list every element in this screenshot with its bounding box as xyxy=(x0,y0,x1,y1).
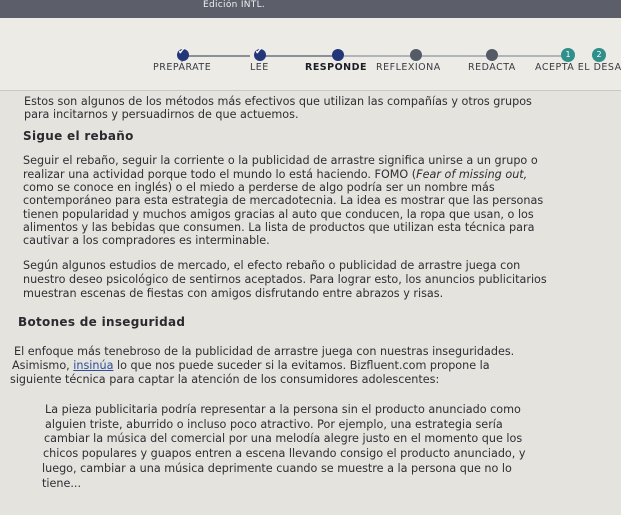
intro-line: Estos son algunos de los métodos más efe… xyxy=(24,95,532,108)
step-connector xyxy=(498,55,562,57)
step-dot-respond[interactable] xyxy=(332,49,344,61)
paragraph-line: siguiente técnica para captar la atenció… xyxy=(10,373,440,386)
paragraph-line: Seguir el rebaño, seguir la corriente o … xyxy=(23,154,538,167)
step-connector xyxy=(420,55,488,57)
quote-line: alguien triste, aburrido o incluso poco … xyxy=(45,418,503,431)
edition-title: Edición INTL. xyxy=(203,0,266,10)
glossary-link-insinua[interactable]: insinúa xyxy=(73,359,113,372)
section-title-herd: Sigue el rebaño xyxy=(23,129,134,143)
top-bar: Edición INTL. xyxy=(0,0,621,18)
article-body: Estos son algunos de los métodos más efe… xyxy=(0,91,621,515)
paragraph-line: muestran escenas de fiestas con amigos d… xyxy=(23,287,444,300)
quote-line: La pieza publicitaria podría representar… xyxy=(45,403,521,416)
paragraph-line: Asimismo, insinúa lo que nos puede suced… xyxy=(12,359,490,372)
progress-stepper: ✔ ✔ 1 2 PREPÁRATE LEE RESPONDE REFLEXION… xyxy=(0,18,621,91)
quote-line: tiene... xyxy=(42,477,82,490)
paragraph-line: nuestro deseo psicológico de sentirnos a… xyxy=(23,273,547,286)
step-dot-prepare[interactable]: ✔ xyxy=(177,47,189,61)
paragraph-line: Según algunos estudios de mercado, el ef… xyxy=(23,259,521,272)
paragraph-line: tienen popularidad y muchos amigos graci… xyxy=(23,208,534,221)
paragraph-line: como se conoce en inglés) o el miedo a p… xyxy=(23,181,495,194)
sub-step-2[interactable]: 2 xyxy=(592,48,606,62)
quote-line: luego, cambiar a una música deprimente c… xyxy=(42,462,512,475)
quote-line: cambiar la música del comercial por una … xyxy=(44,432,523,445)
paragraph-line: realizar una actividad porque todo el mu… xyxy=(23,168,528,181)
step-label-read[interactable]: LEE xyxy=(250,62,269,73)
step-connector xyxy=(188,55,250,57)
step-label-write[interactable]: REDACTA xyxy=(468,62,516,73)
step-dot-reflect[interactable] xyxy=(410,49,422,61)
italic-phrase: Fear of missing out, xyxy=(416,168,528,181)
step-label-challenge[interactable]: ACEPTA EL DESA xyxy=(535,62,621,73)
step-connector xyxy=(264,55,334,57)
check-icon: ✔ xyxy=(178,47,186,57)
step-connector xyxy=(344,55,412,57)
step-label-prepare[interactable]: PREPÁRATE xyxy=(153,62,211,73)
step-label-reflect[interactable]: REFLEXIONA xyxy=(376,62,441,73)
section-title-insecurity: Botones de inseguridad xyxy=(18,315,186,329)
intro-line: para incitarnos y persuadirnos de que ac… xyxy=(24,108,299,121)
step-label-respond[interactable]: RESPONDE xyxy=(305,62,367,73)
check-icon: ✔ xyxy=(255,47,263,57)
paragraph-line: alimentos y las bebidas que consumen. La… xyxy=(23,221,535,234)
step-dot-read[interactable]: ✔ xyxy=(254,47,266,61)
sub-step-1[interactable]: 1 xyxy=(561,48,575,62)
step-dot-write[interactable] xyxy=(486,49,498,61)
paragraph-line: cautivar a los compradores es interminab… xyxy=(23,234,270,247)
quote-line: chicos populares y guapos entren a escen… xyxy=(43,447,526,460)
paragraph-line: El enfoque más tenebroso de la publicida… xyxy=(14,345,515,358)
paragraph-line: contemporáneo para esta estrategia de me… xyxy=(23,194,544,207)
